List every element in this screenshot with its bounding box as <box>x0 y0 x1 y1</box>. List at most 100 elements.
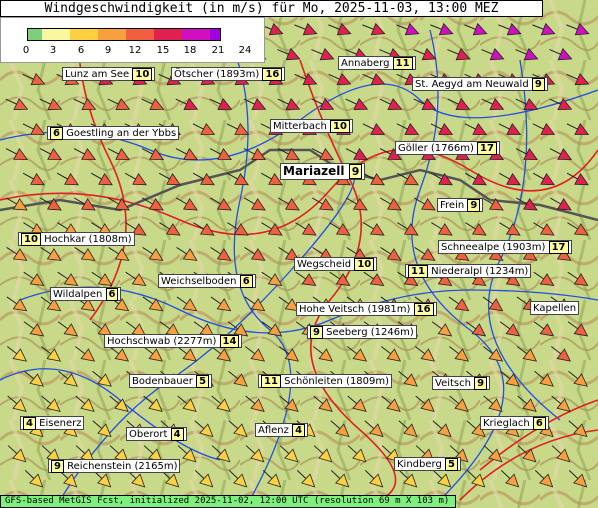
station-name: Weichselboden <box>161 276 237 287</box>
station-wind-value: 16 <box>413 303 434 316</box>
station-label: Veitsch 9 <box>432 376 491 390</box>
station-label: Frein 9 <box>437 198 484 212</box>
station-label: Weichselboden 6 <box>158 274 256 288</box>
legend-swatch <box>154 29 182 40</box>
station-wind-value: 6 <box>105 288 119 301</box>
station-name: Frein <box>440 200 465 211</box>
legend-tick: 6 <box>77 45 85 56</box>
station-name: Hochkar (1808m) <box>44 234 132 245</box>
station-label: Kindberg 5 <box>394 457 461 471</box>
station-name: St. Aegyd am Neuwald <box>415 79 529 90</box>
station-wind-value: 6 <box>50 127 63 140</box>
station-label: Mariazell 9 <box>280 163 366 180</box>
station-wind-value: 16 <box>262 68 283 81</box>
station-wind-value: 9 <box>467 199 481 212</box>
station-name: Wildalpen <box>53 289 103 300</box>
station-label: Oberort 4 <box>126 427 187 441</box>
map-title: Windgeschwindigkeit (in m/s) für Mo, 202… <box>0 0 543 17</box>
station-label: 11 Niederalpl (1234m) <box>405 264 532 278</box>
station-label: Kapellen <box>530 301 580 315</box>
station-wind-value: 10 <box>132 68 153 81</box>
station-name: Göller (1766m) <box>398 143 474 154</box>
station-name: Oberort <box>129 429 168 440</box>
station-wind-value: 9 <box>310 326 323 339</box>
legend-swatch <box>98 29 126 40</box>
station-wind-value: 5 <box>196 375 210 388</box>
station-label: Schneealpe (1903m) 17 <box>438 240 572 254</box>
station-name: Lunz am See <box>65 69 130 80</box>
color-scale <box>27 28 221 41</box>
legend-tick: 18 <box>183 45 197 56</box>
legend-swatch <box>182 29 210 40</box>
station-wind-value: 9 <box>474 377 488 390</box>
station-wind-value: 10 <box>21 233 41 246</box>
station-label: Göller (1766m) 17 <box>395 141 500 155</box>
station-name: Veitsch <box>435 378 471 389</box>
station-label: 11 Schönleiten (1809m) <box>258 374 393 388</box>
station-name: Schneealpe (1903m) <box>441 242 546 253</box>
legend-tick: 15 <box>156 45 170 56</box>
station-name: Wegscheid <box>297 259 352 270</box>
station-wind-value: 6 <box>532 417 546 430</box>
station-label: Bodenbauer 5 <box>129 374 213 388</box>
station-label: Wildalpen 6 <box>50 287 122 301</box>
station-name: Hochschwab (2277m) <box>107 336 217 347</box>
station-label: Hochschwab (2277m) 14 <box>104 334 243 348</box>
station-label: Aflenz 4 <box>255 423 309 437</box>
station-name: Hohe Veitsch (1981m) <box>299 304 411 315</box>
station-label: Hohe Veitsch (1981m) 16 <box>296 302 437 316</box>
legend-swatch <box>42 29 70 40</box>
legend-tick: 3 <box>49 45 57 56</box>
station-wind-value: 17 <box>548 241 569 254</box>
station-label: Annaberg 11 <box>338 56 416 70</box>
station-label: 9 Seeberg (1246m) <box>307 325 417 339</box>
station-name: Eisenerz <box>39 418 82 429</box>
station-name: Annaberg <box>341 58 390 69</box>
station-wind-value: 11 <box>392 57 413 70</box>
station-name: Goestling an der Ybbs <box>66 128 177 139</box>
station-wind-value: 11 <box>261 375 281 388</box>
station-label: Lunz am See 10 <box>62 67 156 81</box>
station-label: Krieglach 6 <box>480 416 549 430</box>
station-wind-value: 17 <box>477 142 497 155</box>
station-wind-value: 10 <box>354 258 375 271</box>
station-wind-value: 9 <box>348 164 363 179</box>
station-wind-value: 5 <box>445 458 458 471</box>
station-name: Reichenstein (2165m) <box>67 461 178 472</box>
legend-tick: 12 <box>128 45 142 56</box>
station-name: Niederalpl (1234m) <box>431 266 529 277</box>
station-wind-value: 9 <box>51 460 64 473</box>
station-label: Mitterbach 10 <box>270 119 353 133</box>
station-wind-value: 6 <box>239 275 253 288</box>
station-name: Kindberg <box>397 459 442 470</box>
legend-swatch <box>126 29 154 40</box>
station-label: Ötscher (1893m) 16 <box>171 67 286 81</box>
station-label: 10 Hochkar (1808m) <box>18 232 135 246</box>
station-wind-value: 9 <box>531 78 545 91</box>
station-wind-value: 4 <box>23 417 36 430</box>
station-name: Ötscher (1893m) <box>174 69 260 80</box>
station-wind-value: 11 <box>408 265 428 278</box>
station-name: Schönleiten (1809m) <box>284 376 390 387</box>
color-legend: 0 3 6 9 12 15 18 21 24 <box>0 17 265 63</box>
legend-tick: 9 <box>104 45 112 56</box>
station-wind-value: 14 <box>219 335 240 348</box>
station-label: 6 Goestling an der Ybbs <box>47 126 180 140</box>
legend-tick: 0 <box>22 45 30 56</box>
legend-tick: 24 <box>238 45 252 56</box>
station-wind-value: 4 <box>170 428 184 441</box>
legend-swatch <box>70 29 98 40</box>
station-name: Seeberg (1246m) <box>326 327 414 338</box>
station-label: 4 Eisenerz <box>20 416 85 430</box>
station-name: Mitterbach <box>273 121 327 132</box>
station-name: Krieglach <box>483 418 530 429</box>
legend-swatch <box>210 29 220 40</box>
station-name: Mariazell <box>283 164 345 178</box>
station-label: Wegscheid 10 <box>294 257 378 271</box>
forecast-footer: GFS-based MetGIS Fcst, initialized 2025-… <box>0 495 456 508</box>
station-name: Bodenbauer <box>132 376 193 387</box>
station-name: Aflenz <box>258 425 289 436</box>
station-wind-value: 10 <box>330 120 350 133</box>
legend-swatch <box>28 29 42 40</box>
station-label: 9 Reichenstein (2165m) <box>48 459 181 473</box>
